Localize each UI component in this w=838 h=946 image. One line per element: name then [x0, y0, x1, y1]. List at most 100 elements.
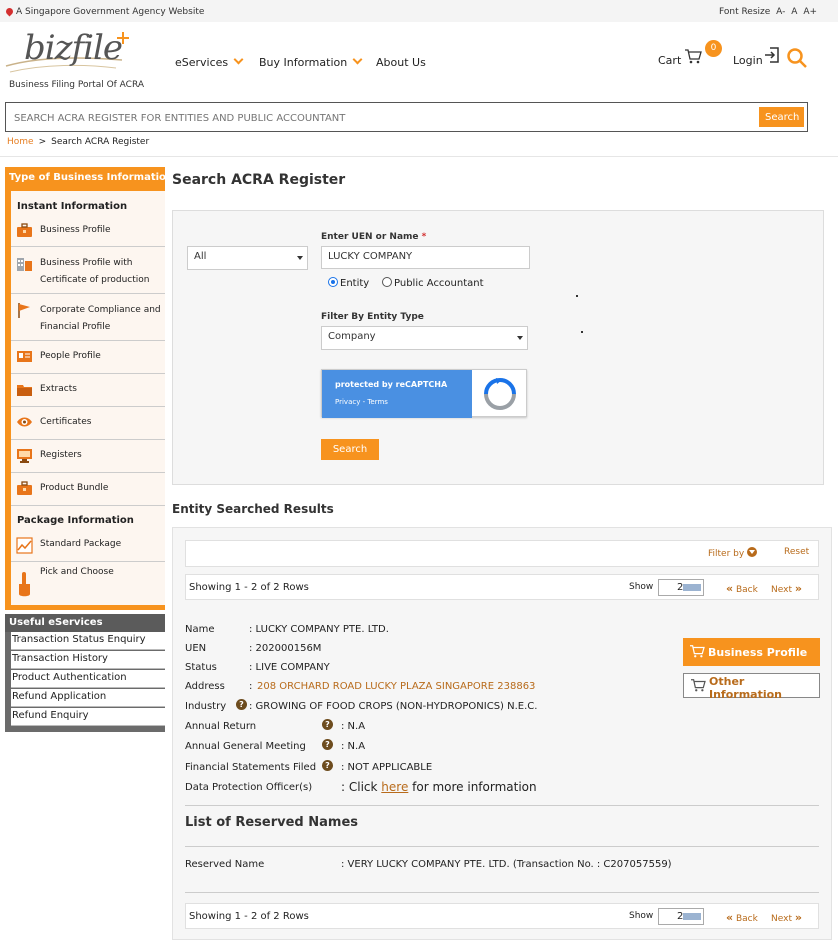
- sidebar-item-label: Extracts: [40, 384, 77, 394]
- other-information-button[interactable]: Other Information: [683, 673, 820, 701]
- sidebar-item-label-line2: Financial Profile: [40, 322, 111, 332]
- reserved-name-label: Reserved Name: [185, 859, 265, 870]
- scope-select[interactable]: All: [187, 246, 308, 270]
- recaptcha-badge[interactable]: protected by reCAPTCHA Privacy - Terms: [321, 369, 527, 418]
- useful-item-refund-enquiry[interactable]: Refund Enquiry: [11, 708, 165, 726]
- sidebar-item-corporate-compliance[interactable]: Corporate Compliance and Financial Profi…: [11, 294, 165, 341]
- font-normal-button[interactable]: A: [791, 7, 797, 17]
- annual-return-value: : N.A: [341, 721, 366, 732]
- reset-link[interactable]: Reset: [784, 547, 809, 557]
- sidebar-item-business-profile[interactable]: Business Profile: [11, 215, 165, 247]
- sidebar-item-people-profile[interactable]: People Profile: [11, 341, 165, 374]
- useful-item-transaction-status-enquiry[interactable]: Transaction Status Enquiry: [11, 632, 165, 650]
- page-size-spinner[interactable]: 2: [658, 908, 704, 925]
- financial-statements-label: Financial Statements Filed: [185, 762, 317, 773]
- font-larger-button[interactable]: A+: [803, 7, 817, 17]
- logo-wordmark: bizfile: [24, 28, 123, 68]
- cart-label[interactable]: Cart: [658, 54, 681, 67]
- agm-value: : N.A: [341, 741, 366, 752]
- flag-icon: [18, 303, 30, 318]
- sidebar-item-registers[interactable]: Registers: [11, 440, 165, 473]
- useful-item-product-authentication[interactable]: Product Authentication: [11, 670, 165, 688]
- help-icon[interactable]: ?: [322, 739, 333, 750]
- help-icon[interactable]: ?: [322, 719, 333, 730]
- cart-icon[interactable]: [684, 48, 702, 64]
- business-profile-button[interactable]: Business Profile: [683, 638, 820, 666]
- entity-address-colon: :: [249, 681, 253, 692]
- entity-address-link[interactable]: 208 ORCHARD ROAD LUCKY PLAZA SINGAPORE 2…: [257, 681, 535, 692]
- breadcrumb-separator: >: [38, 137, 47, 147]
- cart-count-badge: 0: [705, 40, 722, 57]
- recaptcha-panel: protected by reCAPTCHA Privacy - Terms: [322, 370, 472, 418]
- filter-by-dropdown[interactable]: Filter by: [708, 547, 758, 559]
- sidebar-item-label: Certificates: [40, 417, 92, 427]
- pager-next-button[interactable]: Next »: [771, 911, 802, 924]
- section-divider: [185, 805, 819, 806]
- entity-name-label: Name: [185, 624, 215, 635]
- logo-subtitle: Business Filing Portal Of ACRA: [9, 80, 145, 90]
- sidebar-item-pick-and-choose[interactable]: Pick and Choose: [11, 562, 165, 605]
- pager-back-button[interactable]: « Back: [726, 911, 758, 924]
- pager-show-label: Show: [629, 582, 654, 592]
- login-label[interactable]: Login: [733, 54, 763, 67]
- spinner-arrows-icon[interactable]: [683, 584, 701, 591]
- sidebar-item-extracts[interactable]: Extracts: [11, 374, 165, 407]
- sidebar-item-certificates[interactable]: Certificates: [11, 407, 165, 440]
- uen-name-label-text: Enter UEN or Name: [321, 232, 419, 242]
- entity-status-label: Status: [185, 662, 217, 673]
- annual-return-label: Annual Return: [185, 721, 257, 732]
- entity-type-select[interactable]: Company: [321, 326, 528, 350]
- nav-about-us[interactable]: About Us: [376, 56, 426, 69]
- reserved-names-title: List of Reserved Names: [185, 815, 358, 830]
- global-search-button[interactable]: Search: [759, 107, 804, 127]
- caret-down-icon: [297, 256, 303, 260]
- scope-select-value: All: [194, 251, 207, 262]
- recaptcha-privacy-terms[interactable]: Privacy - Terms: [335, 398, 388, 406]
- entity-uen-label: UEN: [185, 643, 207, 654]
- useful-item-refund-application[interactable]: Refund Application: [11, 689, 165, 707]
- chevron-down-icon: [747, 547, 758, 557]
- pager-next-button[interactable]: Next »: [771, 582, 802, 595]
- useful-item-transaction-history[interactable]: Transaction History: [11, 651, 165, 669]
- results-title: Entity Searched Results: [172, 502, 334, 516]
- uen-name-input[interactable]: LUCKY COMPANY: [321, 246, 530, 269]
- login-icon[interactable]: [764, 46, 780, 64]
- search-submit-button[interactable]: Search: [321, 439, 379, 460]
- dpo-here-link[interactable]: here: [381, 780, 408, 794]
- pager-bottom: Showing 1 - 2 of 2 Rows Show 2 « Back Ne…: [185, 903, 819, 929]
- page-size-spinner[interactable]: 2: [658, 579, 704, 596]
- pager-back-button[interactable]: « Back: [726, 582, 758, 595]
- section-divider: [185, 892, 819, 893]
- radio-entity[interactable]: Entity: [328, 277, 369, 289]
- nav-buy-information[interactable]: Buy Information: [259, 54, 363, 69]
- help-icon[interactable]: ?: [322, 760, 333, 771]
- hand-pointer-icon: [19, 572, 30, 597]
- nav-eservices[interactable]: eServices: [175, 54, 244, 69]
- filter-by-label: Filter by: [708, 549, 745, 559]
- global-search-bar: Search: [5, 102, 808, 132]
- sidebar-item-product-bundle[interactable]: Product Bundle: [11, 473, 165, 506]
- font-smaller-button[interactable]: A-: [776, 7, 785, 17]
- global-search-input[interactable]: [14, 109, 754, 127]
- radio-public-accountant-button[interactable]: [382, 277, 392, 287]
- double-chevron-left-icon: «: [726, 582, 734, 595]
- help-icon[interactable]: ?: [236, 699, 247, 710]
- pager-back-label: Back: [735, 914, 758, 924]
- financial-statements-value: : NOT APPLICABLE: [341, 762, 433, 773]
- breadcrumb-home[interactable]: Home: [7, 137, 34, 147]
- recaptcha-logo-icon: [484, 378, 516, 410]
- nav-eservices-label: eServices: [175, 56, 229, 69]
- radio-public-accountant[interactable]: Public Accountant: [382, 277, 484, 289]
- radio-entity-button[interactable]: [328, 277, 338, 287]
- double-chevron-left-icon: «: [726, 911, 734, 924]
- sidebar-item-business-profile-certificate[interactable]: Business Profile with Certificate of pro…: [11, 247, 165, 294]
- section-divider: [185, 846, 819, 847]
- useful-eservices-title: Useful eServices: [5, 614, 165, 632]
- id-card-icon: [17, 351, 32, 362]
- sidebar-item-standard-package[interactable]: Standard Package: [11, 529, 165, 562]
- search-icon[interactable]: [786, 47, 808, 69]
- chevron-down-icon: [233, 54, 244, 65]
- pager-top: Showing 1 - 2 of 2 Rows Show 2 « Back Ne…: [185, 574, 819, 600]
- spinner-arrows-icon[interactable]: [683, 913, 701, 920]
- required-mark: *: [421, 232, 427, 242]
